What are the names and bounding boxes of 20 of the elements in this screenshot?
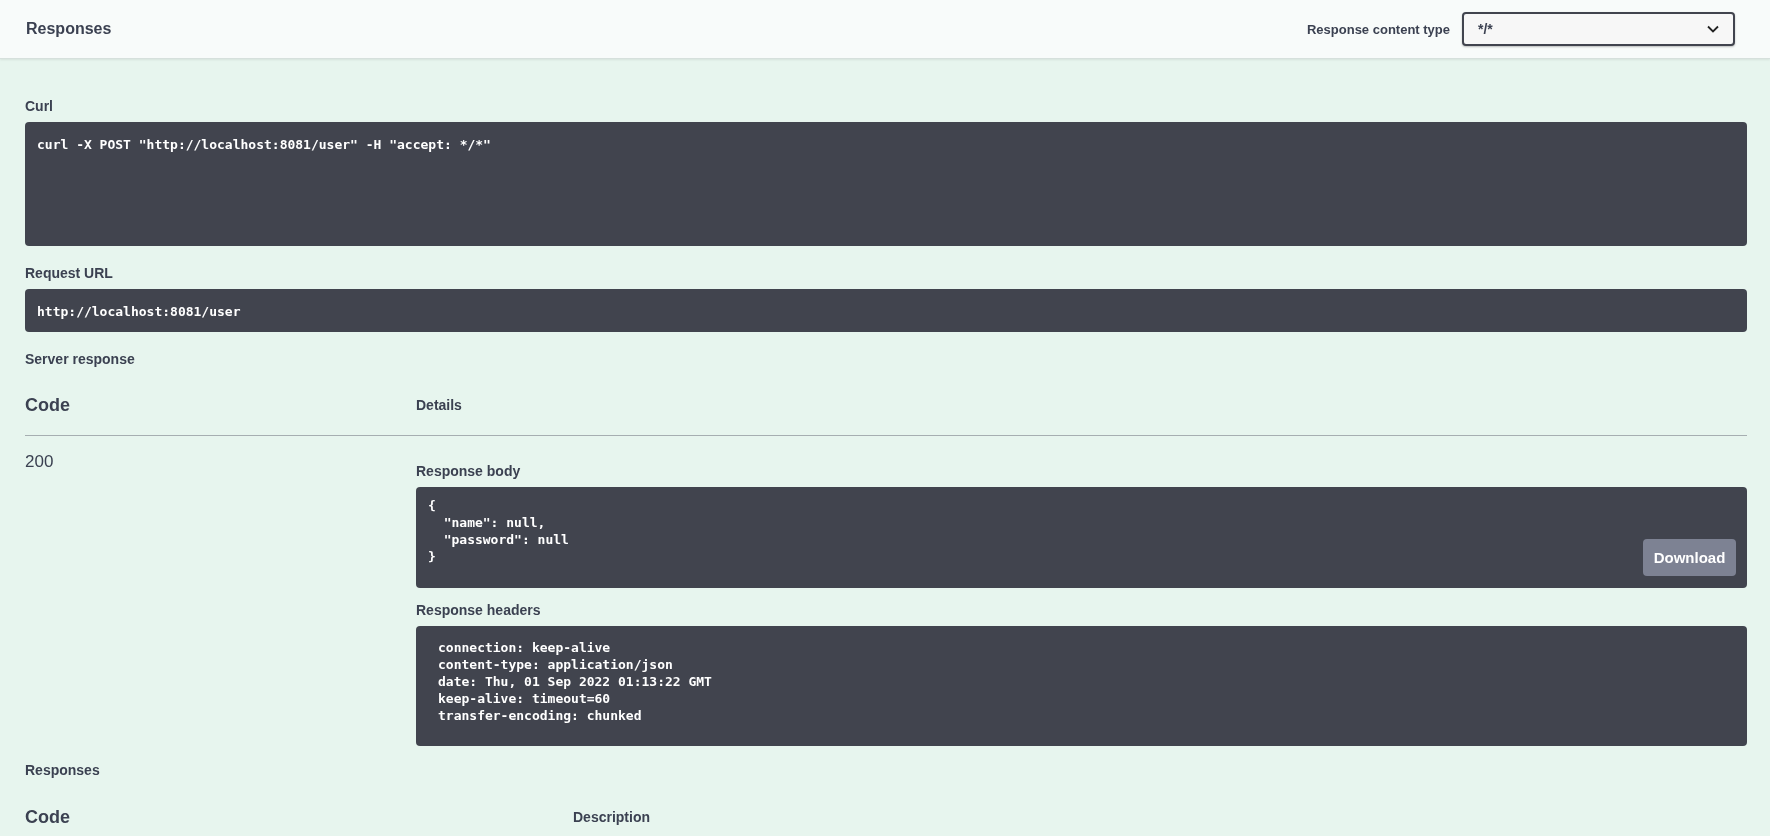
column-header: Code [25, 394, 71, 416]
section-title: Responses [26, 20, 112, 38]
status-code: 200 [25, 452, 54, 472]
curl-label: Curl [25, 97, 54, 116]
content-type-label: Response content type [1306, 21, 1450, 37]
response-body-label: Response body [416, 462, 522, 481]
content-type-dropdown[interactable]: */* [1462, 12, 1735, 46]
column-header: Code [25, 806, 71, 828]
response-headers-text: connection: keep-alive content-type: application/json date: Thu, 01 Sep 2022 01:13:22 GMT keep-alive: timeout=60 transfer-encoding: chunked [438, 639, 712, 724]
responses-label: Responses [25, 761, 101, 780]
response-headers-label: Response headers [416, 601, 542, 620]
download-button[interactable]: Download [1643, 539, 1736, 576]
chevron-down-icon [1707, 25, 1719, 33]
server-response-label: Server response [25, 350, 136, 369]
request-url-label: Request URL [25, 264, 114, 283]
curl-command: curl -X POST "http://localhost:8081/user" -H "accept: */*" [37, 136, 491, 153]
request-url: http://localhost:8081/user [37, 303, 241, 320]
column-header: Details [416, 397, 462, 413]
response-body-text: { "name": null, "password": null } [428, 497, 569, 565]
column-header: Description [573, 809, 650, 825]
